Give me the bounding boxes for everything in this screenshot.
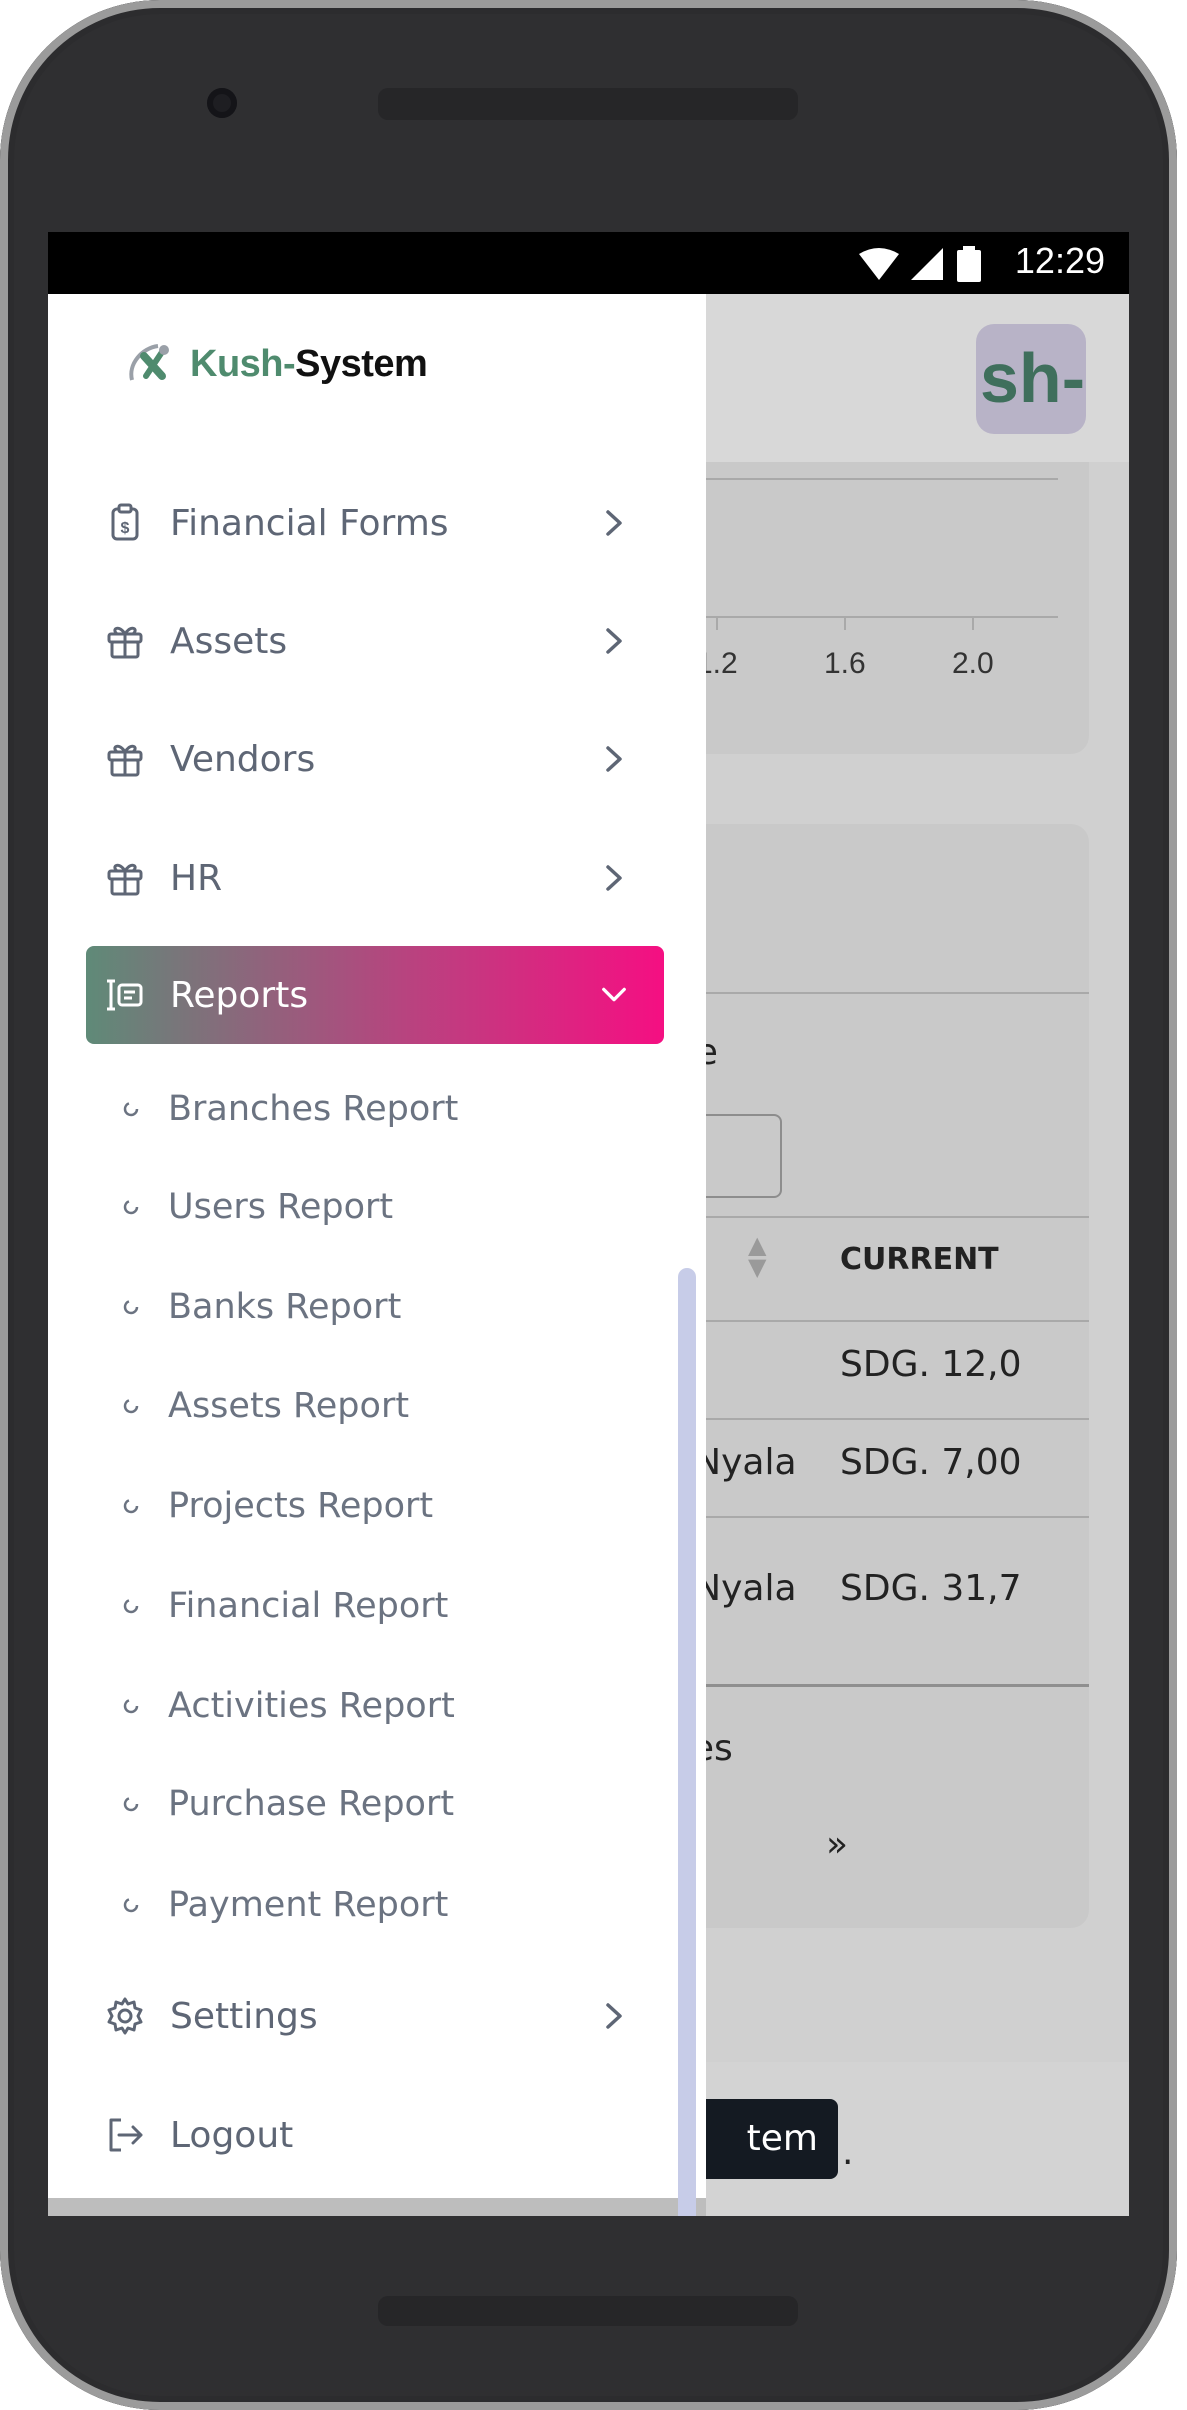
gear-icon (104, 1995, 146, 2037)
sidebar-subitem-assets-report[interactable]: Assets Report (118, 1371, 678, 1441)
table-cell: SDG. 7,00 (840, 1442, 1022, 1483)
circle-icon (118, 1096, 144, 1122)
table-cell: SDG. 12,0 (840, 1344, 1022, 1385)
circle-icon (118, 1493, 144, 1519)
sidebar-item-logout[interactable]: Logout (86, 2086, 664, 2184)
brand-name-part1: Kush- (190, 342, 296, 385)
sidebar-item-label: Settings (170, 1995, 318, 2037)
sidebar-subitem-banks-report[interactable]: Banks Report (118, 1272, 678, 1342)
phone-frame: 12:29 sh-S 1.2 1.6 2.0 page (0, 0, 1177, 2410)
sidebar-item-reports[interactable]: Reports (86, 946, 664, 1044)
sidebar-item-financial-forms[interactable]: $ Financial Forms (86, 474, 664, 572)
sidebar-item-vendors[interactable]: Vendors (86, 710, 664, 808)
logout-icon (104, 2114, 146, 2156)
brand-logo-icon (129, 344, 169, 381)
bottom-speaker (378, 2296, 798, 2326)
pagination-next[interactable]: » (826, 1824, 848, 1865)
status-bar: 12:29 (48, 232, 1129, 294)
brand[interactable]: Kush-System (124, 334, 428, 394)
sidebar-scrollbar[interactable] (678, 1268, 696, 2216)
report-icon (104, 974, 146, 1016)
sidebar-item-label: Financial Forms (170, 502, 449, 544)
sidebar-subitem-activities-report[interactable]: Activities Report (118, 1671, 678, 1741)
sort-icon[interactable]: ▲ ▼ (748, 1233, 766, 1279)
chevron-right-icon (600, 627, 628, 655)
subitem-label: Activities Report (168, 1686, 455, 1726)
circle-icon (118, 1791, 144, 1817)
earpiece-speaker (378, 88, 798, 120)
status-icons (859, 246, 981, 282)
circle-icon (118, 1294, 144, 1320)
screen: 12:29 sh-S 1.2 1.6 2.0 page (48, 232, 1129, 2216)
gift-icon (104, 857, 146, 899)
gift-icon (104, 738, 146, 780)
axis-tick: 1.6 (824, 647, 866, 680)
sidebar-subitem-users-report[interactable]: Users Report (118, 1172, 678, 1242)
sidebar-subitem-purchase-report[interactable]: Purchase Report (118, 1769, 678, 1839)
svg-text:$: $ (121, 520, 130, 537)
status-time: 12:29 (1014, 240, 1105, 281)
sidebar-item-hr[interactable]: HR (86, 829, 664, 927)
sidebar-drawer: Kush-System $ Financial Forms Assets Ven… (48, 294, 706, 2198)
background-logo-text: sh-S (980, 339, 1086, 417)
signal-icon (911, 248, 943, 280)
chevron-right-icon (600, 509, 628, 537)
sidebar-item-label: Vendors (170, 738, 316, 780)
background-logo-tile: sh-S (976, 324, 1086, 434)
front-camera (207, 88, 237, 118)
chevron-right-icon (600, 745, 628, 773)
sidebar-subitem-payment-report[interactable]: Payment Report (118, 1870, 678, 1940)
brand-name-part2: System (295, 342, 428, 385)
table-cell: SDG. 31,7 (840, 1568, 1022, 1609)
sidebar-item-settings[interactable]: Settings (86, 1967, 664, 2065)
chevron-right-icon (600, 864, 628, 892)
axis-tick: 2.0 (952, 647, 994, 680)
circle-icon (118, 1693, 144, 1719)
circle-icon (118, 1892, 144, 1918)
footer-dot: . (842, 2132, 854, 2173)
sidebar-item-assets[interactable]: Assets (86, 592, 664, 690)
battery-icon (957, 250, 981, 282)
sidebar-subitem-branches-report[interactable]: Branches Report (118, 1074, 678, 1144)
sidebar-item-label: HR (170, 857, 223, 899)
circle-icon (118, 1194, 144, 1220)
subitem-label: Assets Report (168, 1386, 410, 1426)
subitem-label: Financial Report (168, 1586, 449, 1626)
sidebar-subitem-financial-report[interactable]: Financial Report (118, 1571, 678, 1641)
subitem-label: Projects Report (168, 1486, 434, 1526)
chevron-down-icon (600, 981, 628, 1009)
circle-icon (118, 1593, 144, 1619)
sidebar-item-label: Logout (170, 2114, 294, 2156)
sidebar-subitem-projects-report[interactable]: Projects Report (118, 1471, 678, 1541)
sidebar-item-label: Reports (170, 974, 309, 1016)
sidebar-bottom-edge (48, 2198, 706, 2216)
subitem-label: Payment Report (168, 1885, 449, 1925)
subitem-label: Purchase Report (168, 1784, 455, 1824)
wifi-icon (859, 248, 899, 280)
subitem-label: Users Report (168, 1187, 394, 1227)
gift-icon (104, 620, 146, 662)
money-document-icon: $ (104, 502, 146, 544)
circle-icon (118, 1393, 144, 1419)
sidebar-item-label: Assets (170, 620, 288, 662)
subitem-label: Branches Report (168, 1089, 459, 1129)
chevron-right-icon (600, 2002, 628, 2030)
subitem-label: Banks Report (168, 1287, 402, 1327)
column-header-current[interactable]: CURRENT (840, 1242, 999, 1277)
